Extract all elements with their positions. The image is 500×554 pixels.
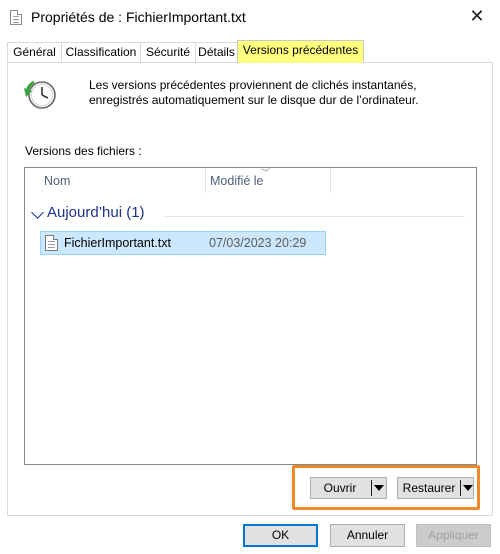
split-divider: [371, 480, 372, 496]
item-name: FichierImportant.txt: [64, 236, 171, 250]
close-button[interactable]: ✕: [454, 0, 500, 33]
cancel-button[interactable]: Annuler: [330, 524, 405, 547]
chevron-down-icon[interactable]: [31, 206, 44, 219]
list-item[interactable]: FichierImportant.txt 07/03/2023 20:29: [40, 231, 326, 255]
column-header-name[interactable]: Nom: [44, 168, 70, 195]
title-bar: Propriétés de : FichierImportant.txt ✕: [0, 0, 500, 34]
column-header-modified[interactable]: Modifié le: [210, 168, 264, 195]
tab-previous-versions[interactable]: Versions précédentes: [237, 40, 364, 63]
dropdown-arrow-icon[interactable]: [463, 485, 473, 491]
restore-button-label[interactable]: Restaurer: [398, 478, 460, 498]
open-button-label[interactable]: Ouvrir: [311, 478, 369, 498]
tab-panel-previous-versions: Les versions précédentes proviennent de …: [7, 62, 493, 516]
column-divider[interactable]: [330, 168, 331, 193]
tab-details[interactable]: Détails: [195, 42, 238, 62]
text-file-icon: [45, 235, 58, 251]
tab-classification[interactable]: Classification: [61, 42, 141, 62]
split-divider: [460, 480, 461, 496]
apply-button[interactable]: Appliquer: [416, 524, 491, 547]
tab-general[interactable]: Général: [7, 42, 62, 62]
window-title: Propriétés de : FichierImportant.txt: [31, 9, 246, 25]
dropdown-arrow-icon[interactable]: [374, 485, 384, 491]
ok-button[interactable]: OK: [243, 524, 318, 547]
clock-restore-icon: [24, 80, 56, 109]
group-divider: [165, 216, 465, 217]
group-header-today[interactable]: Aujourd’hui (1): [47, 204, 145, 221]
open-split-button[interactable]: Ouvrir: [310, 477, 387, 499]
info-description: Les versions précédentes proviennent de …: [89, 78, 419, 107]
tab-security[interactable]: Sécurité: [140, 42, 196, 62]
versions-list[interactable]: Nom ﹀ Modifié le Aujourd’hui (1) Fichier…: [24, 167, 477, 465]
item-modified-date: 07/03/2023 20:29: [209, 236, 307, 250]
restore-split-button[interactable]: Restaurer: [397, 477, 474, 499]
document-icon: [10, 10, 22, 25]
column-divider[interactable]: [205, 168, 206, 193]
close-icon: ✕: [469, 6, 485, 26]
file-versions-label: Versions des fichiers :: [25, 144, 142, 158]
